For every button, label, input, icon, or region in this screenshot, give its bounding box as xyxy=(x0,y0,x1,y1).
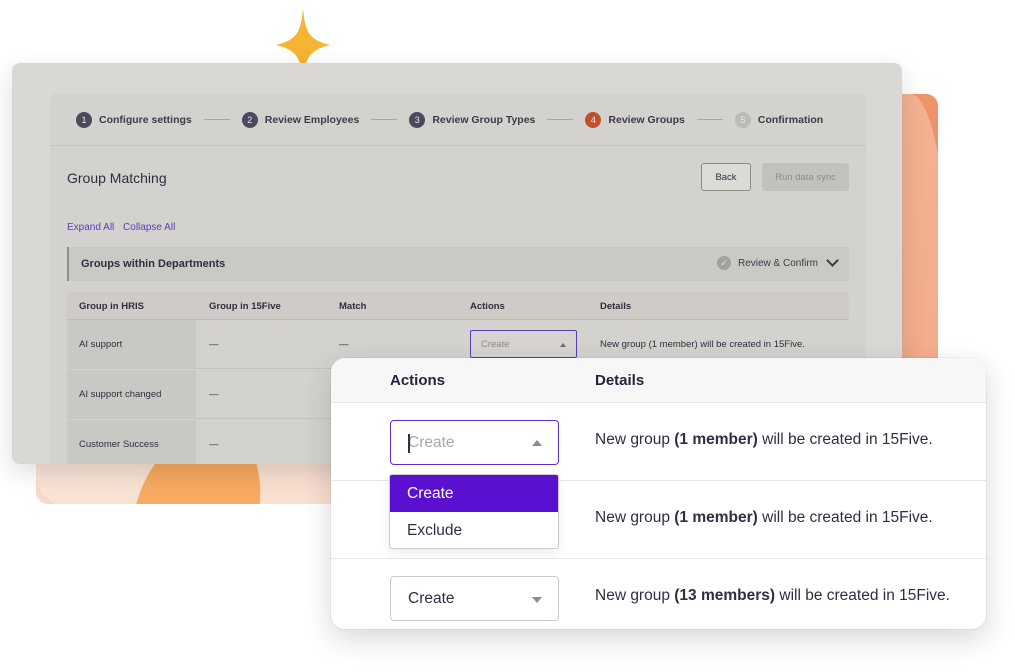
step-divider xyxy=(547,119,574,120)
details-text: New group (13 members) will be created i… xyxy=(595,587,950,605)
expand-collapse-links: Expand All Collapse All xyxy=(67,222,181,233)
step-label: Review Employees xyxy=(264,113,360,126)
step-confirmation[interactable]: 5 Confirmation xyxy=(734,111,824,128)
dropdown-option-create[interactable]: Create xyxy=(390,475,558,512)
action-select-value: Create xyxy=(408,590,455,607)
step-review-groups[interactable]: 4 Review Groups xyxy=(585,111,685,128)
hris-group: AI support changed xyxy=(79,389,162,400)
actions-header: Actions xyxy=(390,372,446,389)
dropdown-option-exclude[interactable]: Exclude xyxy=(390,512,558,548)
expand-all-link[interactable]: Expand All xyxy=(67,222,114,233)
step-label: Configure settings xyxy=(99,113,192,126)
action-select-placeholder: Create xyxy=(481,339,510,350)
collapse-all-link[interactable]: Collapse All xyxy=(123,222,175,233)
step-number: 3 xyxy=(409,111,426,128)
group-in-15five: — xyxy=(209,389,219,400)
details-suffix: will be created in 15Five. xyxy=(775,587,950,604)
details-text: New group (1 member) will be created in … xyxy=(595,509,933,527)
step-review-group-types[interactable]: 3 Review Group Types xyxy=(409,111,536,128)
details-header: Details xyxy=(595,372,645,389)
details-prefix: New group xyxy=(595,431,675,448)
card-row: Create New group (13 members) will be cr… xyxy=(331,559,986,629)
step-label: Review Group Types xyxy=(432,113,536,126)
group-in-15five: — xyxy=(209,439,219,450)
step-configure-settings[interactable]: 1 Configure settings xyxy=(76,111,192,128)
member-count: (1 member) xyxy=(674,431,758,448)
triangle-down-icon xyxy=(532,597,542,603)
details-prefix: New group xyxy=(595,509,675,526)
option-label: Create xyxy=(407,485,454,502)
review-confirm[interactable]: ✓ Review & Confirm xyxy=(716,254,839,270)
member-count: (1 member) xyxy=(674,509,758,526)
chevron-down-icon[interactable] xyxy=(826,254,839,267)
hris-group: AI support xyxy=(79,339,123,350)
details-text: New group (1 member) will be created in … xyxy=(595,431,933,449)
group-in-15five: — xyxy=(209,339,219,350)
back-button[interactable]: Back xyxy=(701,163,751,191)
step-number: 1 xyxy=(76,111,92,128)
review-confirm-label: Review & Confirm xyxy=(737,257,818,269)
step-number: 5 xyxy=(734,111,751,128)
hris-group: Customer Success xyxy=(79,439,159,450)
option-label: Exclude xyxy=(407,522,463,539)
details-suffix: will be created in 15Five. xyxy=(757,509,933,526)
column-header: Group in HRIS xyxy=(79,301,144,312)
triangle-up-icon xyxy=(532,440,542,446)
step-divider xyxy=(371,119,398,120)
page-title: Group Matching xyxy=(67,170,167,186)
step-divider xyxy=(203,119,230,120)
check-circle-icon: ✓ xyxy=(716,256,731,270)
stepper: 1 Configure settings 2 Review Employees … xyxy=(50,94,866,146)
details-suffix: will be created in 15Five. xyxy=(757,431,933,448)
card-header: Actions Details xyxy=(331,358,986,403)
column-header: Group in 15Five xyxy=(209,301,281,312)
action-select-open[interactable]: Create xyxy=(390,420,559,465)
step-divider xyxy=(696,119,723,120)
details-text: New group (1 member) will be created in … xyxy=(600,339,805,350)
step-number: 2 xyxy=(241,111,258,128)
details-prefix: New group xyxy=(595,587,675,604)
text-caret xyxy=(408,434,410,453)
table-header: Group in HRIS Group in 15Five Match Acti… xyxy=(67,292,849,320)
column-header: Details xyxy=(600,301,632,312)
column-header: Match xyxy=(339,301,367,312)
column-header: Actions xyxy=(470,301,505,312)
step-label: Confirmation xyxy=(757,113,824,126)
section-title: Groups within Departments xyxy=(81,258,226,270)
run-data-sync-button[interactable]: Run data sync xyxy=(762,163,849,191)
step-label: Review Groups xyxy=(608,113,685,126)
section-header[interactable]: Groups within Departments ✓ Review & Con… xyxy=(67,247,849,281)
triangle-up-icon xyxy=(560,343,566,347)
member-count: (13 members) xyxy=(674,587,776,604)
action-select[interactable]: Create xyxy=(470,330,577,358)
card-row: Create New group (1 member) will be crea… xyxy=(331,403,986,481)
step-review-employees[interactable]: 2 Review Employees xyxy=(241,111,360,128)
match-value: — xyxy=(339,339,349,350)
action-select-value: Create xyxy=(408,434,455,451)
action-select[interactable]: Create xyxy=(390,576,559,621)
action-dropdown-menu: Create Exclude xyxy=(389,474,559,549)
step-number: 4 xyxy=(585,111,602,128)
